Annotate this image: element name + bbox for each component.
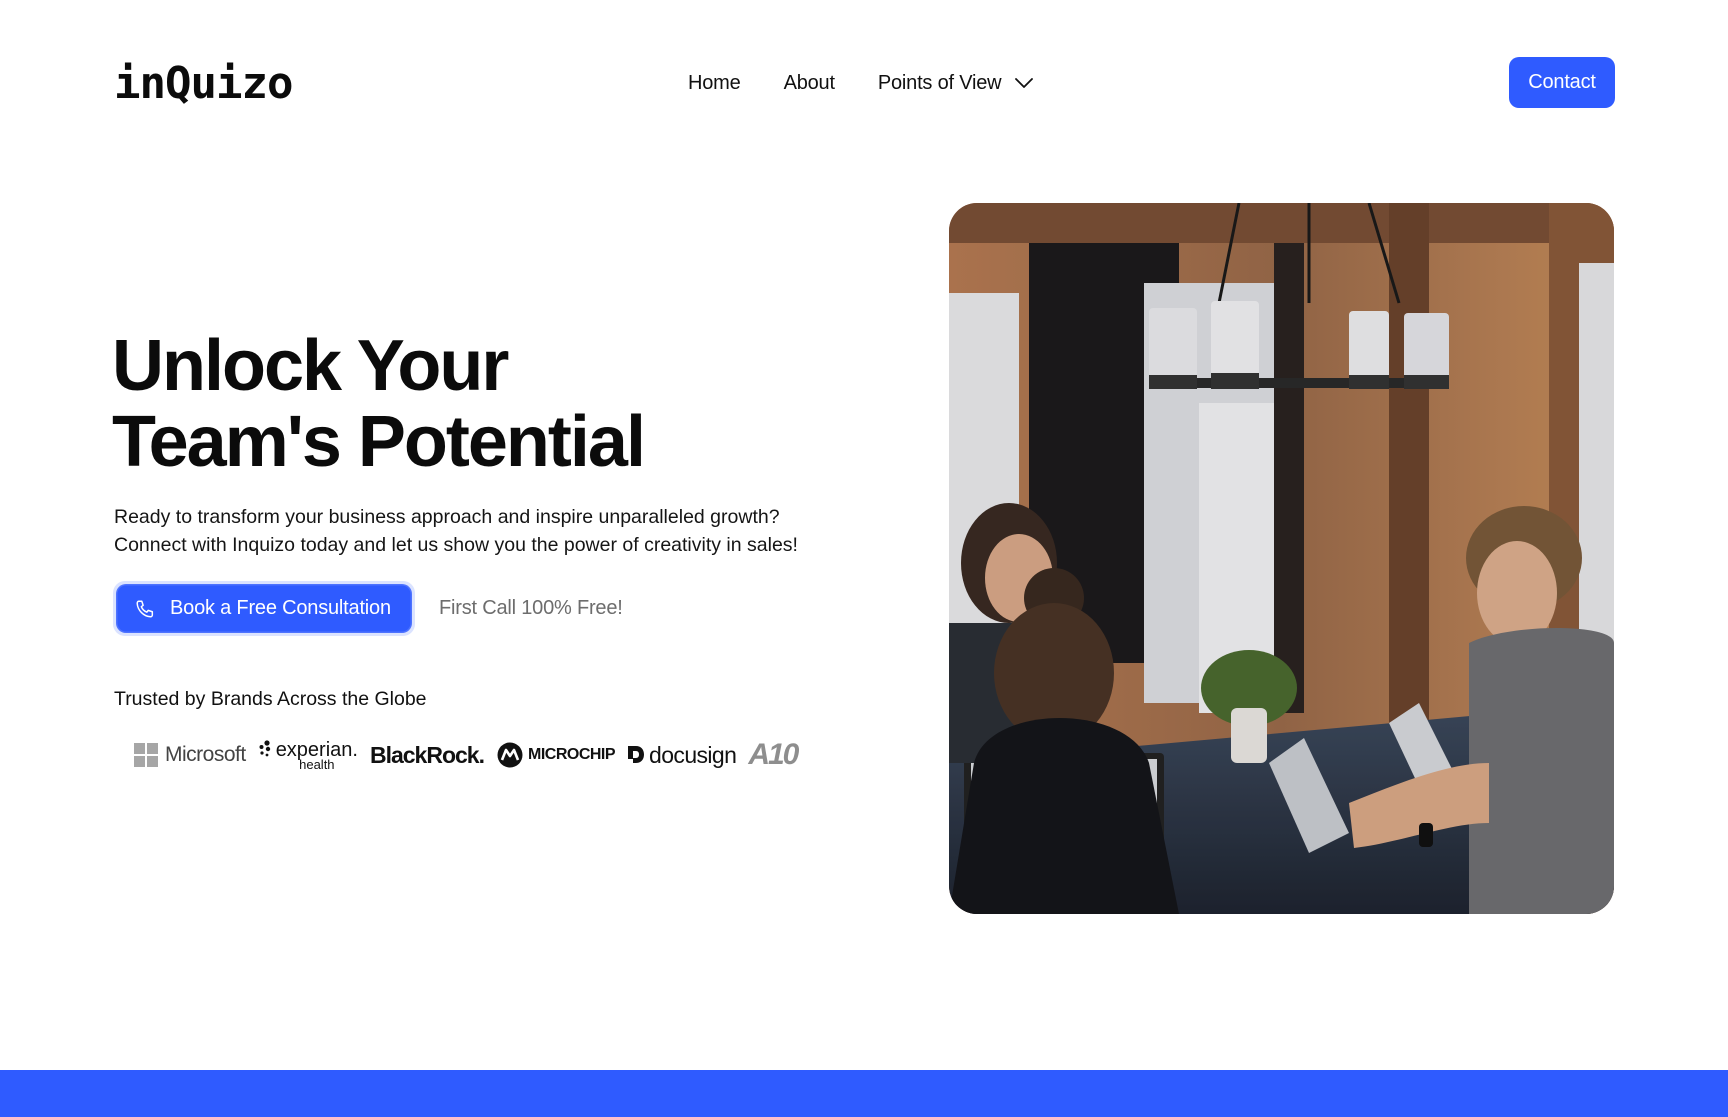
blackrock-logo: BlackRock. xyxy=(369,741,485,769)
main-nav: Home About Points of View xyxy=(688,68,1034,98)
microchip-logo-text: MICROCHIP xyxy=(527,746,616,763)
hero-title: Unlock Your Team's Potential xyxy=(112,326,646,482)
nav-label-points-of-view: Points of View xyxy=(877,71,1002,94)
microsoft-grid-icon xyxy=(134,743,158,767)
brand-logos: Microsoft experian. health BlackRock. MI… xyxy=(134,730,809,780)
photo-icon xyxy=(949,203,1614,914)
hero-subtitle-line2: Connect with Inquizo today and let us sh… xyxy=(114,534,798,556)
blackrock-logo-text: BlackRock. xyxy=(369,741,485,768)
cta-note: First Call 100% Free! xyxy=(439,597,623,619)
hero-subtitle: Ready to transform your business approac… xyxy=(114,503,874,559)
experian-dots-icon xyxy=(259,739,270,756)
nav-item-about[interactable]: About xyxy=(784,72,835,95)
hero-title-line1: Unlock Your xyxy=(112,326,509,406)
microchip-mark-icon xyxy=(497,742,523,768)
phone-icon xyxy=(136,599,154,618)
bottom-accent-bar xyxy=(0,1070,1728,1117)
trusted-label: Trusted by Brands Across the Globe xyxy=(114,688,427,710)
book-consultation-button[interactable]: Book a Free Consultation xyxy=(116,584,412,633)
site-header: inQuizo Home About Points of View Contac… xyxy=(0,0,1728,170)
docusign-logo-text: docusign xyxy=(649,741,737,768)
nav-label-about: About xyxy=(783,71,835,94)
docusign-logo: docusign xyxy=(627,741,737,769)
inquizo-logo[interactable]: inQuizo xyxy=(114,58,293,110)
nav-item-points-of-view[interactable]: Points of View xyxy=(878,72,1034,95)
chevron-down-icon xyxy=(1015,78,1034,88)
team-meeting-photo xyxy=(949,203,1614,914)
cta-label: Book a Free Consultation xyxy=(170,597,391,619)
a10-logo: A10 xyxy=(748,738,799,772)
microsoft-logo: Microsoft xyxy=(134,743,246,767)
experian-logo-subtext: health xyxy=(299,756,335,772)
hero-title-line2: Team's Potential xyxy=(112,402,646,482)
logo-text: inQuizo xyxy=(114,58,293,109)
nav-label-home: Home xyxy=(688,71,741,94)
experian-health-logo: experian. health xyxy=(258,740,358,771)
a10-logo-text: A10 xyxy=(748,738,799,771)
docusign-mark-icon xyxy=(628,746,645,763)
microsoft-logo-text: Microsoft xyxy=(165,743,246,766)
microchip-logo: MICROCHIP xyxy=(496,741,616,769)
nav-item-home[interactable]: Home xyxy=(688,72,741,95)
hero-subtitle-line1: Ready to transform your business approac… xyxy=(114,506,780,528)
contact-button[interactable]: Contact xyxy=(1509,57,1615,108)
cta-button-frame: Book a Free Consultation xyxy=(113,581,415,636)
